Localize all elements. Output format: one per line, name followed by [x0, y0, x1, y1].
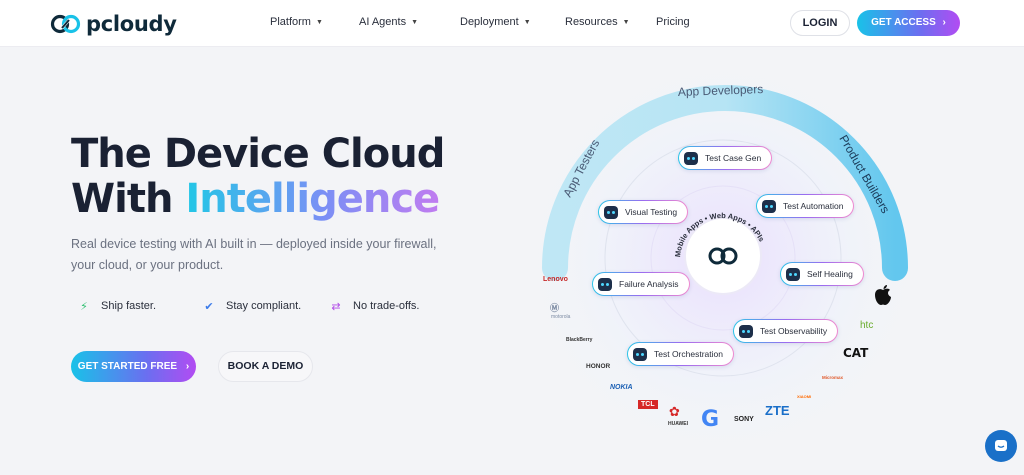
book-demo-button[interactable]: BOOK A DEMO — [218, 351, 313, 382]
pcloudy-logo-icon — [50, 14, 81, 34]
agent-label: Self Healing — [807, 269, 853, 279]
google-logo-icon: G — [701, 407, 720, 432]
brand-logo-blackberry: BlackBerry — [566, 337, 593, 343]
brand-logo-sony: SONY — [734, 416, 754, 423]
robot-icon — [762, 199, 776, 213]
apple-logo-icon — [875, 285, 891, 305]
brand-logo-lenovo: Lenovo — [543, 276, 568, 283]
huawei-logo-icon: ✿ — [669, 404, 680, 419]
chevron-right-icon: › — [942, 17, 946, 28]
lightning-icon: ⚡ — [80, 300, 88, 313]
agent-label: Test Case Gen — [705, 153, 762, 163]
nav-item-label: Platform — [270, 16, 311, 28]
hero-title: The Device Cloud With Intelligence — [71, 131, 445, 222]
feature-label: Stay compliant. — [226, 300, 302, 312]
motorola-logo-icon: Ⓜ — [550, 303, 560, 313]
nav-item-label: Resources — [565, 16, 618, 28]
chevron-down-icon: ▼ — [622, 18, 630, 26]
nav-item-label: Deployment — [460, 16, 519, 28]
chevron-down-icon: ▼ — [315, 18, 323, 26]
get-started-label: GET STARTED FREE — [77, 361, 178, 372]
nav-item-deployment[interactable]: Deployment ▼ — [460, 16, 531, 28]
brand-logo-nokia: NOKIA — [610, 384, 633, 391]
chevron-down-icon: ▼ — [523, 18, 531, 26]
feature-label: Ship faster. — [101, 300, 157, 312]
agent-label: Test Orchestration — [654, 349, 723, 359]
login-button[interactable]: LOGIN — [790, 10, 850, 36]
agent-label: Test Automation — [783, 201, 844, 211]
brand-logo-micromax: Micromax — [822, 375, 844, 380]
get-access-label: GET ACCESS — [871, 17, 936, 28]
brand-name: pcloudy — [86, 12, 177, 36]
brand-logo-tcl: TCL — [638, 400, 658, 409]
agent-label: Failure Analysis — [619, 279, 679, 289]
nav-item-pricing[interactable]: Pricing — [656, 16, 690, 28]
robot-icon — [786, 267, 800, 281]
hero-title-highlight: Intelligence — [185, 176, 440, 222]
hero-title-line2-prefix: With — [71, 176, 186, 222]
device-cloud-diagram: Mobile Apps • Web Apps • APIs App Tester… — [470, 48, 1024, 475]
agent-pill-test-case-gen[interactable]: Test Case Gen — [678, 146, 772, 170]
agent-pill-visual-testing[interactable]: Visual Testing — [598, 200, 688, 224]
agent-pill-test-observability[interactable]: Test Observability — [733, 319, 838, 343]
agent-pill-test-orchestration[interactable]: Test Orchestration — [627, 342, 734, 366]
chat-icon — [995, 440, 1007, 451]
chevron-down-icon: ▼ — [411, 18, 419, 26]
brand-logo-xiaomi: XIAOMI — [797, 394, 812, 399]
get-started-free-button[interactable]: GET STARTED FREE › — [71, 351, 196, 382]
brand-logo-huawei: HUAWEI — [668, 421, 688, 427]
agent-label: Test Observability — [760, 326, 828, 336]
robot-icon — [604, 205, 618, 219]
nav-item-label: Pricing — [656, 16, 690, 28]
nav-item-label: AI Agents — [359, 16, 407, 28]
nav-item-ai-agents[interactable]: AI Agents ▼ — [359, 16, 418, 28]
feature-ship-faster: ⚡ Ship faster. — [75, 297, 156, 315]
agent-pill-failure-analysis[interactable]: Failure Analysis — [592, 272, 690, 296]
hero-title-line1: The Device Cloud — [71, 131, 445, 177]
brand-logo-motorola: motorola — [551, 314, 571, 320]
brand-logo[interactable]: pcloudy — [50, 10, 177, 38]
robot-icon — [598, 277, 612, 291]
diagram-graphics: Mobile Apps • Web Apps • APIs App Tester… — [513, 48, 933, 468]
get-access-button[interactable]: GET ACCESS › — [857, 10, 960, 36]
nav-item-resources[interactable]: Resources ▼ — [565, 16, 630, 28]
nav-item-platform[interactable]: Platform ▼ — [270, 16, 323, 28]
top-nav: pcloudy Platform ▼ AI Agents ▼ Deploymen… — [0, 0, 1024, 47]
agent-pill-self-healing[interactable]: Self Healing — [780, 262, 864, 286]
brand-logo-htc: htc — [860, 320, 874, 331]
robot-icon — [633, 347, 647, 361]
feature-label: No trade-offs. — [353, 300, 420, 312]
swap-arrows-icon: ⇄ — [331, 300, 341, 313]
arc-label-app-developers: App Developers — [678, 82, 764, 99]
feature-no-tradeoffs: ⇄ No trade-offs. — [327, 297, 419, 315]
chat-widget-button[interactable] — [985, 430, 1017, 462]
feature-stay-compliant: ✔ Stay compliant. — [200, 297, 301, 315]
agent-label: Visual Testing — [625, 207, 678, 217]
brand-logo-honor: HONOR — [586, 363, 611, 370]
robot-icon — [684, 151, 698, 165]
hero-subtitle: Real device testing with AI built in — d… — [71, 237, 437, 272]
shield-check-icon: ✔ — [204, 300, 214, 313]
agent-pill-test-automation[interactable]: Test Automation — [756, 194, 854, 218]
brand-logo-zte: ZTE — [765, 403, 790, 418]
robot-icon — [739, 324, 753, 338]
brand-logo-cat: CAT — [843, 346, 869, 360]
chevron-right-icon: › — [185, 361, 190, 372]
